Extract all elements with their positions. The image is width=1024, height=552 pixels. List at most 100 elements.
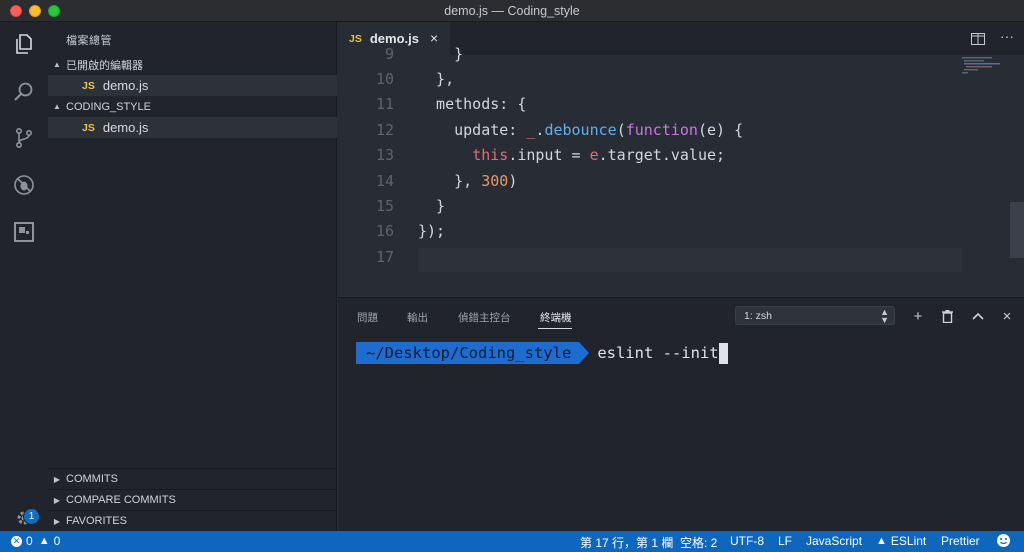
current-line-highlight <box>418 248 962 272</box>
project-file-item[interactable]: JS demo.js <box>48 117 337 138</box>
problems-status[interactable]: ✕ 0 ▲ 0 <box>11 534 60 548</box>
warning-count: 0 <box>53 534 61 548</box>
tab-output[interactable]: 輸出 <box>407 310 428 325</box>
line-number: 9 <box>384 45 394 63</box>
project-filename: demo.js <box>102 120 149 135</box>
open-editors-label: 已開啟的編輯器 <box>66 59 143 72</box>
code-token: debounce <box>544 121 617 139</box>
terminal-cursor <box>718 342 728 364</box>
code-line: } <box>418 197 446 215</box>
code-token: this <box>472 146 509 164</box>
javascript-file-icon: JS <box>82 79 95 92</box>
minimap[interactable] <box>960 55 1024 297</box>
debug-icon[interactable] <box>0 163 48 207</box>
code-line: }, 300) <box>418 172 517 190</box>
line-number: 15 <box>375 197 394 215</box>
code-editor[interactable]: 9 10 11 12 13 14 15 16 17 } }, methods: … <box>338 45 1024 297</box>
terminal-prompt[interactable]: ~/Desktop/Coding_style eslint --init <box>356 342 728 364</box>
encoding-status[interactable]: UTF-8 <box>730 534 764 548</box>
chevron-right-icon: ▶ <box>53 495 61 505</box>
line-number: 14 <box>375 172 394 190</box>
code-line: }, <box>418 70 455 88</box>
line-number: 13 <box>375 146 394 164</box>
error-count: 0 <box>26 534 33 548</box>
editor-scrollbar-thumb[interactable] <box>1010 202 1024 258</box>
chevron-right-icon: ▶ <box>53 516 61 526</box>
code-line: update: _.debounce(function(e) { <box>418 121 743 139</box>
chevron-down-icon: ▲ <box>53 60 61 69</box>
code-token: 300 <box>481 172 509 190</box>
maximize-panel-icon[interactable] <box>968 306 988 326</box>
chevron-down-icon: ▲ <box>53 102 61 111</box>
eslint-label: ESLint <box>890 534 927 548</box>
javascript-file-icon: JS <box>82 121 95 134</box>
split-editor-icon[interactable] <box>968 29 988 49</box>
code-token: .target.value; <box>598 146 726 164</box>
indentation-status[interactable]: 空格: 2 <box>680 534 717 551</box>
chevron-right-icon: ▶ <box>53 474 61 484</box>
cursor-position-status[interactable]: 第 17 行，第 1 欄 <box>580 534 673 551</box>
line-number: 10 <box>375 70 394 88</box>
code-line: }); <box>418 222 446 240</box>
trash-icon[interactable] <box>937 306 957 326</box>
code-token: .input = <box>508 146 590 164</box>
project-label: CODING_STYLE <box>66 100 151 113</box>
open-editor-filename: demo.js <box>102 78 149 93</box>
commits-label: COMMITS <box>66 473 118 485</box>
close-icon[interactable]: × <box>997 306 1017 326</box>
code-token: update: <box>418 121 527 139</box>
terminal-select[interactable]: 1: zsh ▲ ▼ <box>735 306 895 325</box>
explorer-icon[interactable] <box>0 22 48 66</box>
open-editors-section[interactable]: ▲ 已開啟的編輯器 <box>48 54 337 75</box>
prettier-status[interactable]: Prettier <box>941 534 980 548</box>
tab-debug-console[interactable]: 偵錯主控台 <box>458 310 511 325</box>
more-actions-icon[interactable]: ··· <box>997 26 1017 46</box>
code-token: ) <box>508 172 518 190</box>
prompt-arrow <box>579 342 590 364</box>
terminal-select-value: 1: zsh <box>744 309 773 322</box>
code-line: this.input = e.target.value; <box>418 146 725 164</box>
active-tab-indicator <box>538 328 572 329</box>
commits-section[interactable]: ▶ COMMITS <box>48 468 337 489</box>
tab-terminal[interactable]: 終端機 <box>540 310 572 325</box>
title-bar: demo.js — Coding_style <box>0 0 1024 22</box>
code-token: function <box>625 121 698 139</box>
settings-update-badge: 1 <box>23 508 40 525</box>
code-token: }, <box>418 172 482 190</box>
compare-commits-section[interactable]: ▶ COMPARE COMMITS <box>48 489 337 510</box>
code-token: ( <box>616 121 626 139</box>
line-number: 16 <box>375 222 394 240</box>
code-line: methods: { <box>418 95 527 113</box>
eol-status[interactable]: LF <box>778 534 792 548</box>
error-icon: ✕ <box>11 535 22 547</box>
warning-icon: ▲ <box>38 535 50 547</box>
javascript-file-icon: JS <box>349 32 362 45</box>
new-terminal-icon[interactable]: + <box>908 306 928 326</box>
terminal-panel: 問題 輸出 偵錯主控台 終端機 1: zsh ▲ ▼ + × ~/Desktop/… <box>338 297 1024 531</box>
eslint-status[interactable]: ▲ ESLint <box>876 534 926 548</box>
activity-bar <box>0 22 48 531</box>
line-number: 11 <box>375 95 394 113</box>
line-number: 17 <box>375 248 394 266</box>
status-bar: ✕ 0 ▲ 0 第 17 行，第 1 欄 空格: 2 UTF-8 LF Java… <box>0 531 1024 552</box>
explorer-sidebar: 檔案總管 ▲ 已開啟的編輯器 JS demo.js ▲ CODING_STYLE… <box>48 22 337 531</box>
favorites-label: FAVORITES <box>66 515 127 527</box>
search-icon[interactable] <box>0 70 48 114</box>
code-token: (e) { <box>697 121 744 139</box>
project-section[interactable]: ▲ CODING_STYLE <box>48 96 337 117</box>
favorites-section[interactable]: ▶ FAVORITES <box>48 510 337 531</box>
source-control-icon[interactable] <box>0 116 48 160</box>
compare-commits-label: COMPARE COMMITS <box>66 494 176 506</box>
terminal-command: eslint --init <box>597 344 719 362</box>
tab-problems[interactable]: 問題 <box>357 310 378 325</box>
warning-icon: ▲ <box>876 535 887 547</box>
line-number: 12 <box>375 121 394 139</box>
extensions-icon[interactable] <box>0 210 48 254</box>
feedback-smiley-icon[interactable] <box>996 533 1011 548</box>
language-status[interactable]: JavaScript <box>806 534 862 548</box>
open-editor-file-item[interactable]: JS demo.js <box>48 75 337 96</box>
sidebar-title: 檔案總管 <box>66 35 112 47</box>
close-icon[interactable]: × <box>430 30 438 46</box>
code-line: } <box>418 45 464 63</box>
